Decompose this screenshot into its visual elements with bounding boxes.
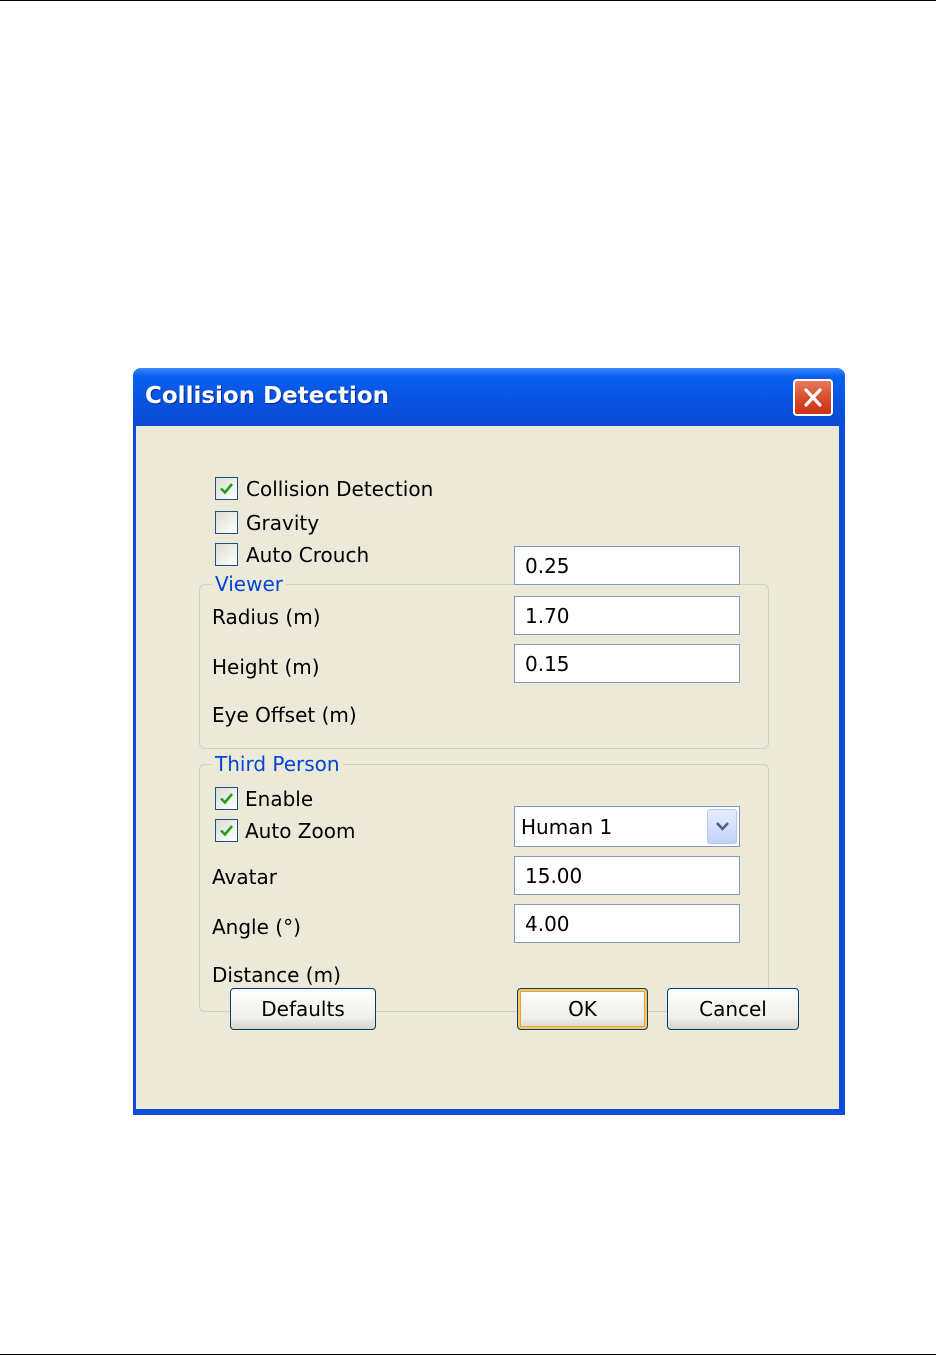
defaults-button[interactable]: Defaults (230, 988, 376, 1030)
close-button[interactable] (793, 379, 833, 416)
close-icon (804, 388, 822, 407)
collision-detection-label[interactable]: Collision Detection (246, 477, 433, 501)
auto-zoom-checkbox[interactable] (215, 819, 238, 842)
eye-offset-label: Eye Offset (m) (212, 703, 357, 727)
page-top-rule (0, 0, 936, 1)
cancel-button[interactable]: Cancel (667, 988, 799, 1030)
collision-detection-dialog: Collision Detection Collision Detection … (133, 368, 845, 1115)
check-mark-icon (220, 793, 234, 805)
avatar-selected-value: Human 1 (521, 815, 613, 839)
title-bar[interactable]: Collision Detection (133, 368, 845, 426)
avatar-label: Avatar (212, 865, 277, 889)
ok-button[interactable]: OK (517, 988, 648, 1030)
dialog-body: Collision Detection Gravity Auto Crouch … (136, 426, 839, 1109)
check-mark-icon (220, 825, 234, 837)
distance-input[interactable]: 4.00 (514, 904, 740, 943)
angle-input[interactable]: 15.00 (514, 856, 740, 895)
collision-detection-checkbox[interactable] (215, 477, 238, 500)
dropdown-arrow-button[interactable] (707, 809, 737, 844)
auto-zoom-label[interactable]: Auto Zoom (245, 819, 355, 843)
enable-checkbox[interactable] (215, 787, 238, 810)
enable-label[interactable]: Enable (245, 787, 313, 811)
auto-crouch-label[interactable]: Auto Crouch (246, 543, 369, 567)
check-mark-icon (220, 483, 234, 495)
third-person-group-legend: Third Person (212, 752, 343, 776)
height-input[interactable]: 1.70 (514, 596, 740, 635)
gravity-label[interactable]: Gravity (246, 511, 319, 535)
viewer-group-legend: Viewer (212, 572, 286, 596)
eye-offset-input[interactable]: 0.15 (514, 644, 740, 683)
chevron-down-icon (716, 822, 729, 831)
avatar-dropdown[interactable]: Human 1 (514, 806, 740, 847)
height-label: Height (m) (212, 655, 320, 679)
auto-crouch-checkbox[interactable] (215, 543, 238, 566)
radius-label: Radius (m) (212, 605, 321, 629)
gravity-checkbox[interactable] (215, 511, 238, 534)
distance-label: Distance (m) (212, 963, 341, 987)
radius-input[interactable]: 0.25 (514, 546, 740, 585)
dialog-title: Collision Detection (145, 383, 390, 409)
angle-label: Angle (°) (212, 915, 301, 939)
